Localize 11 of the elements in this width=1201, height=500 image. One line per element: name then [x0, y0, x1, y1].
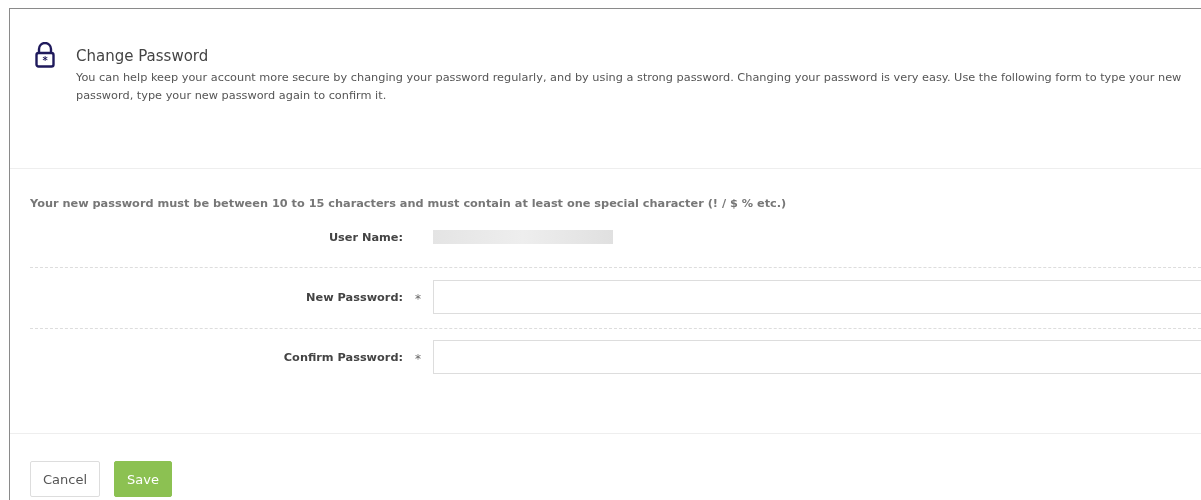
- requirement-text: Your new password must be between 10 to 15 characters and must contain at least one special character (! / $ % etc.): [30, 197, 788, 210]
- field-label: Confirm Password:: [282, 350, 403, 364]
- cancel-button[interactable]: Cancel: [30, 461, 101, 497]
- page-title: Change Password: [76, 47, 210, 65]
- description-text: You can help keep your account more secure by changing your password regularly, and by using a strong password. Changing your password is very easy. Use the following form to type your new password, type your new password again to confirm it.: [76, 70, 1183, 104]
- field-label: New Password:: [305, 290, 403, 304]
- required-mark: *: [414, 290, 422, 306]
- required-mark: *: [414, 350, 422, 366]
- field-label: User Name:: [327, 230, 403, 244]
- password-field[interactable]: [433, 280, 1201, 314]
- password-field[interactable]: [433, 340, 1201, 374]
